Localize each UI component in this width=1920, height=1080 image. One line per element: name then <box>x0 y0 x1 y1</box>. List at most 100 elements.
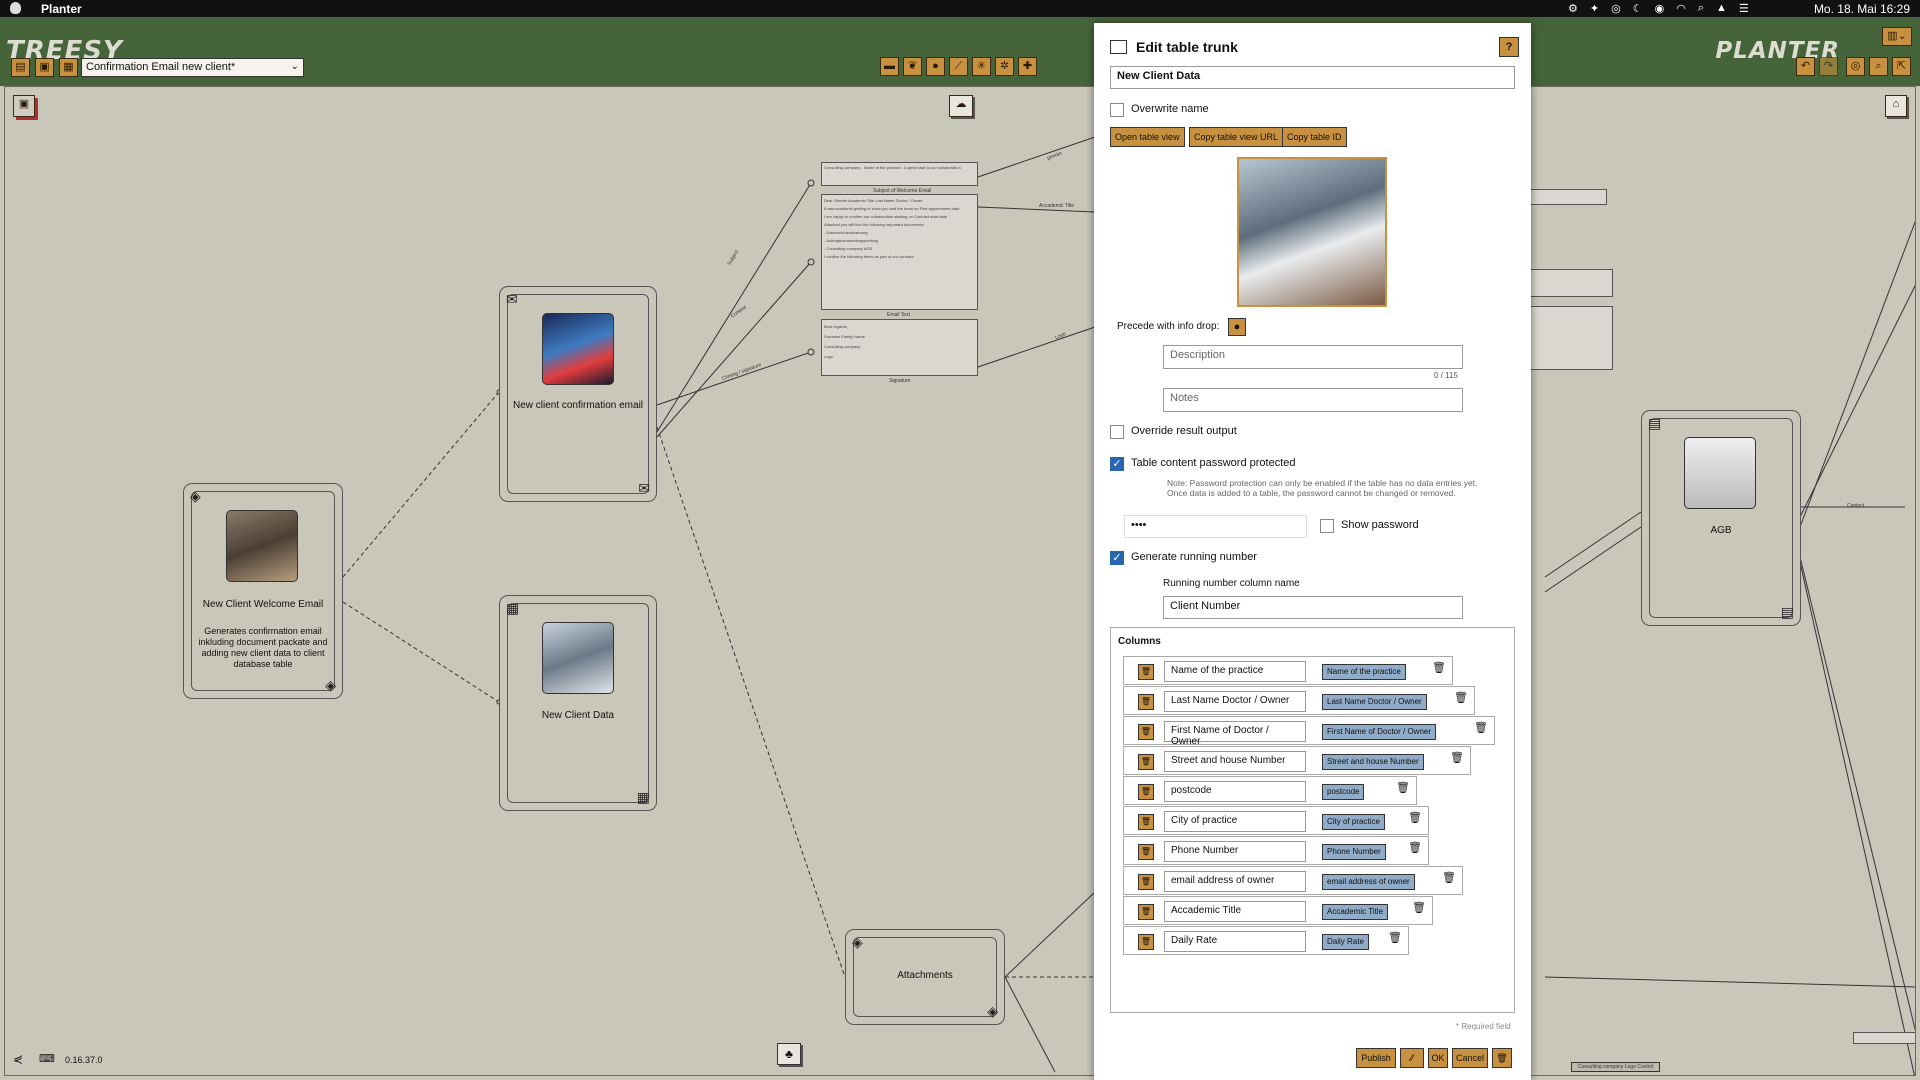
column-tag[interactable]: Street and house Number <box>1322 754 1424 770</box>
status-icon[interactable]: ☾ <box>1633 2 1643 15</box>
status-icon[interactable]: ◎ <box>1611 2 1621 15</box>
remove-column-button[interactable]: 🗑 <box>1138 724 1154 740</box>
column-name-input[interactable]: Street and house Number <box>1164 751 1306 772</box>
subject-document[interactable]: Consulting company - Name of the practic… <box>821 162 978 186</box>
trash-icon[interactable]: 🗑 <box>1412 901 1426 914</box>
trash-icon[interactable]: 🗑 <box>1432 661 1446 674</box>
column-row[interactable]: 🗑 First Name of Doctor / Owner First Name … <box>1123 716 1495 747</box>
column-tag[interactable]: Daily Rate <box>1322 934 1369 950</box>
column-tag[interactable]: email address of owner <box>1322 874 1415 890</box>
running-column-input[interactable]: Client Number <box>1163 596 1463 619</box>
undo-button[interactable]: ↶ <box>1796 57 1815 76</box>
password-input[interactable]: •••• <box>1124 515 1307 538</box>
canvas-minimap-button[interactable]: ▣ <box>13 95 35 117</box>
description-input[interactable]: Description <box>1163 345 1463 369</box>
keyboard-icon[interactable]: ⌨ <box>39 1052 55 1065</box>
zoom-button[interactable]: ⌕ <box>1869 57 1888 76</box>
info-drop-icon[interactable]: ● <box>1228 318 1246 336</box>
wifi-icon[interactable]: ◠ <box>1676 2 1686 15</box>
column-tag[interactable]: postcode <box>1322 784 1365 800</box>
node-attachments[interactable]: ◈ Attachments ◈ <box>845 929 1005 1025</box>
password-protected-checkbox[interactable]: ✓ <box>1110 457 1124 471</box>
tool-grid-button[interactable]: ✚ <box>1018 57 1037 76</box>
search-icon[interactable]: ⌕ <box>1698 2 1704 15</box>
app-name[interactable]: Planter <box>41 2 82 16</box>
node-confirmation-email[interactable]: ✉ New client confirmation email ✉ <box>499 286 657 502</box>
trash-icon[interactable]: 🗑 <box>1442 871 1456 884</box>
override-result-checkbox[interactable] <box>1110 425 1124 439</box>
remove-column-button[interactable]: 🗑 <box>1138 664 1154 680</box>
remove-column-button[interactable]: 🗑 <box>1138 694 1154 710</box>
workflow-canvas[interactable]: Subject Content Closing / signature gend… <box>4 86 1916 1076</box>
save-button[interactable]: ▣ <box>35 58 54 77</box>
copy-table-id-button[interactable]: Copy table ID <box>1282 127 1347 147</box>
tool-root-button[interactable]: ✲ <box>995 57 1014 76</box>
account-menu-button[interactable]: ▥⌄ <box>1882 27 1912 46</box>
column-name-input[interactable]: First Name of Doctor / Owner <box>1164 721 1306 747</box>
trash-icon[interactable]: 🗑 <box>1492 1048 1512 1068</box>
partial-field-box[interactable] <box>1525 306 1613 370</box>
email-text-document[interactable]: Dear Gender Academic Title Last Name Doc… <box>821 194 978 310</box>
control-center-icon[interactable]: ☰ <box>1739 2 1749 15</box>
remove-column-button[interactable]: 🗑 <box>1138 874 1154 890</box>
tool-star-button[interactable]: ✳ <box>972 57 991 76</box>
remove-column-button[interactable]: 🗑 <box>1138 814 1154 830</box>
column-row[interactable]: 🗑 Accademic Title Accademic Title 🗑 <box>1123 896 1433 925</box>
cancel-button[interactable]: Cancel <box>1452 1048 1488 1068</box>
notes-input[interactable]: Notes <box>1163 388 1463 412</box>
column-tag[interactable]: Phone Number <box>1322 844 1386 860</box>
partial-field-box[interactable] <box>1525 189 1607 205</box>
name-input[interactable]: New Client Data <box>1110 66 1515 89</box>
trash-icon[interactable]: 🗑 <box>1408 811 1422 824</box>
tool-trunk-button[interactable]: ▬ <box>880 57 899 76</box>
trash-icon[interactable]: 🗑 <box>1454 691 1468 704</box>
trash-icon[interactable]: 🗑 <box>1408 841 1422 854</box>
tool-drop-button[interactable]: ● <box>926 57 945 76</box>
column-tag[interactable]: Name of the practice <box>1322 664 1406 680</box>
column-row[interactable]: 🗑 Street and house Number Street and house… <box>1123 746 1471 775</box>
trash-icon[interactable]: 🗑 <box>1388 931 1402 944</box>
partial-field-box[interactable] <box>1525 269 1613 297</box>
column-tag[interactable]: First Name of Doctor / Owner <box>1322 724 1437 740</box>
cloud-icon[interactable]: ☁ <box>949 95 973 117</box>
node-new-client-data[interactable]: ▦ New Client Data ▦ <box>499 595 657 811</box>
tool-branch-button[interactable]: ⟋ <box>949 57 968 76</box>
running-number-checkbox[interactable]: ✓ <box>1110 551 1124 565</box>
partial-field-box[interactable] <box>1853 1032 1915 1044</box>
status-icon[interactable]: ◉ <box>1655 2 1665 15</box>
column-tag[interactable]: City of practice <box>1322 814 1385 830</box>
column-name-input[interactable]: Accademic Title <box>1164 901 1306 922</box>
column-name-input[interactable]: postcode <box>1164 781 1306 802</box>
column-name-input[interactable]: City of practice <box>1164 811 1306 832</box>
tree-icon[interactable]: ♣ <box>777 1043 801 1065</box>
status-icon[interactable]: ✦ <box>1590 2 1599 15</box>
columns-section[interactable]: Columns 🗑 Name of the practice Name of the… <box>1110 627 1515 1013</box>
share-icon[interactable]: ⋞ <box>13 1052 23 1066</box>
tool-leaf-button[interactable]: ❦ <box>903 57 922 76</box>
column-row[interactable]: 🗑 City of practice City of practice 🗑 <box>1123 806 1429 835</box>
column-row[interactable]: 🗑 Last Name Doctor / Owner Last Name Docto… <box>1123 686 1475 715</box>
column-row[interactable]: 🗑 email address of owner email address of … <box>1123 866 1463 895</box>
publish-button[interactable]: Publish <box>1356 1048 1396 1068</box>
column-name-input[interactable]: Name of the practice <box>1164 661 1306 682</box>
column-tag[interactable]: Accademic Title <box>1322 904 1389 920</box>
ok-button[interactable]: OK <box>1428 1048 1448 1068</box>
remove-column-button[interactable]: 🗑 <box>1138 934 1154 950</box>
remove-column-button[interactable]: 🗑 <box>1138 844 1154 860</box>
apple-icon[interactable] <box>10 2 21 14</box>
node-agb[interactable]: ▤ AGB ▤ <box>1641 410 1801 626</box>
column-name-input[interactable]: Daily Rate <box>1164 931 1306 952</box>
trash-icon[interactable]: 🗑 <box>1474 721 1488 734</box>
column-tag[interactable]: Last Name Doctor / Owner <box>1322 694 1427 710</box>
column-row[interactable]: 🗑 postcode postcode 🗑 <box>1123 776 1417 805</box>
remove-column-button[interactable]: 🗑 <box>1138 754 1154 770</box>
help-button[interactable]: ? <box>1499 37 1519 57</box>
column-row[interactable]: 🗑 Daily Rate Daily Rate 🗑 <box>1123 926 1409 955</box>
status-icon[interactable]: ⚙ <box>1568 2 1578 15</box>
remove-column-button[interactable]: 🗑 <box>1138 904 1154 920</box>
open-table-view-button[interactable]: Open table view <box>1110 127 1185 147</box>
save-icon[interactable]: ⁄⁄ <box>1400 1048 1424 1068</box>
column-name-input[interactable]: Phone Number <box>1164 841 1306 862</box>
menubar-clock[interactable]: Mo. 18. Mai 16:29 <box>1814 2 1910 16</box>
document-select[interactable]: Confirmation Email new client* ⌄ <box>81 58 304 77</box>
